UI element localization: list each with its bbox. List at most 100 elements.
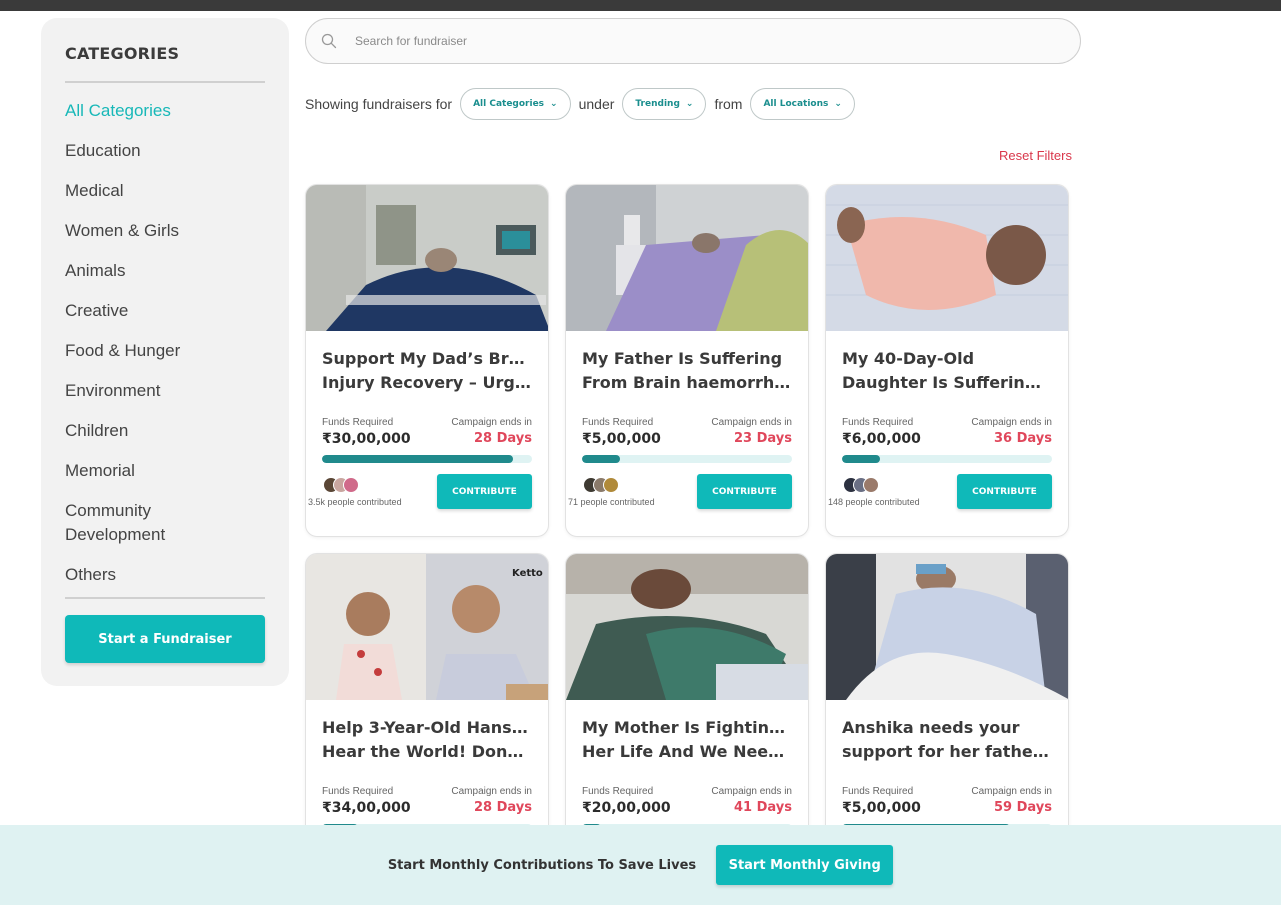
fundraiser-title-line1: My 40-Day-Old	[842, 349, 975, 368]
contributor-avatars	[843, 476, 920, 493]
category-item-others[interactable]: Others	[65, 563, 265, 587]
category-item-environment[interactable]: Environment	[65, 379, 265, 403]
fundraiser-title[interactable]: Support My Dad’s Brain Injury Recovery –…	[306, 331, 548, 405]
filter-row: Showing fundraisers for All Categories ⌄…	[305, 88, 863, 120]
fundraiser-image	[826, 554, 1068, 700]
fundraiser-image	[566, 554, 808, 700]
fundraiser-title[interactable]: Help 3-Year-Old Hansika Hear the World! …	[306, 700, 548, 774]
campaign-ends-label: Campaign ends in	[711, 417, 792, 428]
fundraiser-image	[306, 185, 548, 331]
funds-required-label: Funds Required	[842, 417, 914, 428]
category-sidebar: CATEGORIES All Categories Education Medi…	[41, 18, 289, 686]
fundraiser-title-line1: My Father Is Suffering	[582, 349, 783, 368]
filter-prefix-text: Showing fundraisers for	[305, 96, 453, 112]
contributors-count: 148 people contributed	[828, 496, 920, 507]
reset-filters-link[interactable]: Reset Filters	[999, 148, 1072, 163]
fundraiser-title-line1: Anshika needs your	[842, 718, 1020, 737]
location-filter-dropdown[interactable]: All Locations ⌄	[750, 88, 855, 120]
chevron-down-icon: ⌄	[685, 99, 694, 109]
category-item-children[interactable]: Children	[65, 419, 265, 443]
funds-required-label: Funds Required	[582, 786, 654, 797]
search-icon	[321, 33, 337, 49]
category-item-creative[interactable]: Creative	[65, 299, 265, 323]
campaign-ends-label: Campaign ends in	[711, 786, 792, 797]
fundraiser-title[interactable]: My Mother Is Fighting For Her Life And W…	[566, 700, 808, 774]
fundraiser-title[interactable]: My Father Is Suffering From Brain haemor…	[566, 331, 808, 405]
fundraiser-title-line2: Hear the World! Donate Now	[322, 742, 532, 761]
campaign-ends-label: Campaign ends in	[971, 417, 1052, 428]
category-item-memorial[interactable]: Memorial	[65, 459, 265, 483]
fundraiser-meta: Funds Required ₹6,00,000 Campaign ends i…	[826, 405, 1068, 447]
contributor-avatar	[603, 476, 619, 493]
funding-progress-bar	[582, 455, 792, 463]
fundraiser-title-line1: My Mother Is Fighting For	[582, 718, 792, 737]
category-item-food-hunger[interactable]: Food & Hunger	[65, 339, 265, 363]
funds-required-value: ₹6,00,000	[842, 431, 921, 447]
monthly-giving-banner: Start Monthly Contributions To Save Live…	[0, 825, 1281, 905]
category-filter-value: All Categories	[473, 99, 545, 109]
sidebar-title: CATEGORIES	[65, 44, 180, 63]
sort-filter-value: Trending	[635, 99, 680, 109]
search-bar[interactable]	[305, 18, 1081, 64]
funds-required-label: Funds Required	[322, 417, 394, 428]
contributor-avatar	[343, 476, 359, 493]
contributor-avatar	[863, 476, 879, 493]
sidebar-divider-bottom	[65, 597, 265, 599]
fundraiser-meta: Funds Required ₹5,00,000 Campaign ends i…	[826, 774, 1068, 816]
contribute-button[interactable]: CONTRIBUTE	[957, 474, 1052, 509]
funding-progress-fill	[582, 455, 620, 463]
funds-required-label: Funds Required	[582, 417, 654, 428]
fundraiser-card[interactable]: My Father Is Suffering From Brain haemor…	[565, 184, 809, 537]
category-item-women-girls[interactable]: Women & Girls	[65, 219, 265, 243]
contribute-button[interactable]: CONTRIBUTE	[437, 474, 532, 509]
campaign-days-left: 41 Days	[734, 800, 792, 815]
fundraiser-title-line2: Injury Recovery – Urgent Help Needed	[322, 373, 532, 392]
funding-progress-fill	[322, 455, 514, 463]
fundraiser-image	[826, 185, 1068, 331]
campaign-days-left: 28 Days	[474, 800, 532, 815]
filter-under-text: under	[578, 96, 615, 112]
fundraiser-footer: 148 people contributed CONTRIBUTE	[826, 463, 1068, 509]
funds-required-label: Funds Required	[322, 786, 394, 797]
monthly-giving-text: Start Monthly Contributions To Save Live…	[387, 857, 697, 873]
fundraiser-footer: 3.5k people contributed CONTRIBUTE	[306, 463, 548, 509]
category-list: All Categories Education Medical Women &…	[65, 99, 265, 587]
funds-required-label: Funds Required	[842, 786, 914, 797]
contribute-button[interactable]: CONTRIBUTE	[697, 474, 792, 509]
funds-required-value: ₹30,00,000	[322, 431, 411, 447]
campaign-ends-label: Campaign ends in	[971, 786, 1052, 797]
fundraiser-card[interactable]: My 40-Day-Old Daughter Is Suffering From…	[825, 184, 1069, 537]
funds-required-value: ₹5,00,000	[842, 800, 921, 816]
funding-progress-bar	[322, 455, 532, 463]
funding-progress-fill	[842, 455, 880, 463]
fundraiser-image	[566, 185, 808, 331]
fundraiser-title[interactable]: Anshika needs your support for her fathe…	[826, 700, 1068, 774]
fundraiser-footer: 71 people contributed CONTRIBUTE	[566, 463, 808, 509]
category-item-community-development[interactable]: Community Development	[65, 499, 195, 547]
funds-required-value: ₹34,00,000	[322, 800, 411, 816]
contributors-count: 71 people contributed	[568, 496, 655, 507]
contributor-avatars	[323, 476, 402, 493]
funds-required-value: ₹20,00,000	[582, 800, 671, 816]
search-input[interactable]	[355, 34, 1035, 48]
category-item-all[interactable]: All Categories	[65, 99, 265, 123]
fundraiser-title-line1: Support My Dad’s Brain	[322, 349, 532, 368]
svg-text:Ketto: Ketto	[512, 568, 543, 579]
fundraiser-title[interactable]: My 40-Day-Old Daughter Is Suffering From…	[826, 331, 1068, 405]
fundraiser-title-line2: support for her father's treatment	[842, 742, 1052, 761]
category-filter-dropdown[interactable]: All Categories ⌄	[460, 88, 571, 120]
fundraiser-image: Ketto	[306, 554, 548, 700]
fundraiser-card[interactable]: Support My Dad’s Brain Injury Recovery –…	[305, 184, 549, 537]
fundraiser-meta: Funds Required ₹5,00,000 Campaign ends i…	[566, 405, 808, 447]
location-filter-value: All Locations	[763, 99, 829, 109]
start-monthly-giving-button[interactable]: Start Monthly Giving	[716, 845, 894, 885]
category-item-animals[interactable]: Animals	[65, 259, 265, 283]
start-fundraiser-button[interactable]: Start a Fundraiser	[65, 615, 265, 663]
campaign-ends-label: Campaign ends in	[451, 786, 532, 797]
sort-filter-dropdown[interactable]: Trending ⌄	[622, 88, 707, 120]
fundraiser-title-line2: Her Life And We Need Your Support	[582, 742, 792, 761]
category-item-education[interactable]: Education	[65, 139, 265, 163]
contributor-avatars	[583, 476, 655, 493]
fundraiser-meta: Funds Required ₹34,00,000 Campaign ends …	[306, 774, 548, 816]
category-item-medical[interactable]: Medical	[65, 179, 265, 203]
